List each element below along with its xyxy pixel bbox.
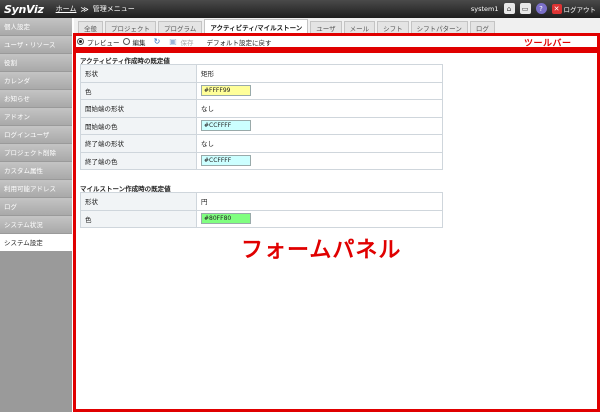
sidebar-item[interactable]: ログインユーザ <box>0 126 72 143</box>
field-label: 色 <box>80 209 197 228</box>
form-row: 形状 矩形 <box>80 64 443 83</box>
sidebar-item[interactable]: ログ <box>0 198 72 215</box>
user-name: system1 <box>470 4 499 13</box>
window-icon[interactable]: ▭ <box>519 3 531 14</box>
sidebar-item[interactable]: 利用可能アドレス <box>0 180 72 197</box>
milestone-defaults-table: 形状円色 #80FF80 <box>80 192 443 228</box>
sidebar: 個人設定 ユーザ・リソース 役割 カレンダ お知らせ アドオン ログインユーザ プロジェクト削… <box>0 18 72 412</box>
sidebar-item[interactable]: 個人設定 <box>0 18 72 35</box>
form-row: 終了端の色 #CCFFFF <box>80 151 443 170</box>
form-row: 色 #80FF80 <box>80 209 443 228</box>
breadcrumb: ホーム ≫ 管理メニュー <box>56 4 135 14</box>
tab[interactable]: ログ <box>469 21 495 33</box>
field-value-cell: #CCFFFF <box>196 151 443 170</box>
field-label: 色 <box>80 81 197 100</box>
home-link[interactable]: ホーム <box>56 4 77 14</box>
toolbar-highlight-frame <box>73 33 600 50</box>
color-swatch: #80FF80 <box>201 213 251 225</box>
sidebar-item[interactable]: システム状況 <box>0 216 72 233</box>
form-row: 形状円 <box>80 192 443 211</box>
tab[interactable]: シフト <box>377 21 409 33</box>
form-row: 色 #FFFF99 <box>80 81 443 100</box>
sidebar-item[interactable]: システム設定 <box>0 234 72 251</box>
logout-label: ログアウト <box>563 5 597 14</box>
tab[interactable]: シフトパターン <box>410 21 468 33</box>
field-value: 矩形 <box>201 70 214 79</box>
field-value-cell: なし <box>196 134 443 153</box>
sidebar-item[interactable]: カスタム属性 <box>0 162 72 179</box>
close-icon: ✕ <box>551 3 562 14</box>
sidebar-item[interactable]: 役割 <box>0 54 72 71</box>
sidebar-item[interactable]: アドオン <box>0 108 72 125</box>
field-value-cell: 矩形 <box>196 64 443 83</box>
form-panel-annotation: フォームパネル <box>241 238 402 263</box>
field-value: 円 <box>201 198 208 207</box>
color-swatch: #CCFFFF <box>201 155 251 167</box>
field-value-cell: #FFFF99 <box>196 81 443 100</box>
field-value: なし <box>201 140 214 149</box>
field-value-cell: #CCFFFF <box>196 116 443 135</box>
tab[interactable]: プログラム <box>158 21 203 33</box>
page-title: 管理メニュー <box>92 5 135 13</box>
field-label: 形状 <box>80 192 197 211</box>
color-swatch: #FFFF99 <box>201 85 251 97</box>
activity-defaults-table: 形状 矩形色 #FFFF99 開始端の形状 なし 開始端の色 #CCFFFF 終了端の形状 なし… <box>80 64 443 170</box>
tab[interactable]: メール <box>343 21 376 33</box>
toolbar-annotation: ツールバー <box>524 39 572 49</box>
tab[interactable]: プロジェクト <box>105 21 156 33</box>
tab[interactable]: ユーザ <box>310 21 342 33</box>
tab[interactable]: 全般 <box>78 21 103 33</box>
field-label: 開始端の形状 <box>80 99 197 118</box>
field-value-cell: 円 <box>196 192 443 211</box>
app-logo: SynViz <box>4 2 44 16</box>
field-label: 開始端の色 <box>80 116 197 135</box>
field-label: 終了端の形状 <box>80 134 197 153</box>
breadcrumb-separator: ≫ <box>80 4 89 14</box>
sidebar-item[interactable]: カレンダ <box>0 72 72 89</box>
field-label: 形状 <box>80 64 197 83</box>
tab-bar: 全般 プロジェクト プログラム アクティビティ/マイルストーン ユーザ メール シフト シフト… <box>74 18 600 33</box>
app-header: SynViz ホーム ≫ 管理メニュー system1 ⌂ ▭ ? ✕ ログアウ… <box>0 0 600 18</box>
field-value-cell: #80FF80 <box>196 209 443 228</box>
help-icon[interactable]: ? <box>535 3 547 14</box>
home-icon[interactable]: ⌂ <box>503 3 515 14</box>
field-value-cell: なし <box>196 99 443 118</box>
form-row: 開始端の形状 なし <box>80 99 443 118</box>
form-row: 開始端の色 #CCFFFF <box>80 116 443 135</box>
sidebar-item[interactable]: プロジェクト削除 <box>0 144 72 161</box>
logout-button[interactable]: ✕ ログアウト <box>551 3 597 14</box>
sidebar-item[interactable]: ユーザ・リソース <box>0 36 72 53</box>
sidebar-item[interactable]: お知らせ <box>0 90 72 107</box>
color-swatch: #CCFFFF <box>201 120 251 132</box>
header-actions: system1 ⌂ ▭ ? ✕ ログアウト <box>471 3 596 14</box>
field-label: 終了端の色 <box>80 151 197 170</box>
field-value: なし <box>201 105 214 114</box>
form-row: 終了端の形状 なし <box>80 134 443 153</box>
tab[interactable]: アクティビティ/マイルストーン <box>204 19 309 33</box>
